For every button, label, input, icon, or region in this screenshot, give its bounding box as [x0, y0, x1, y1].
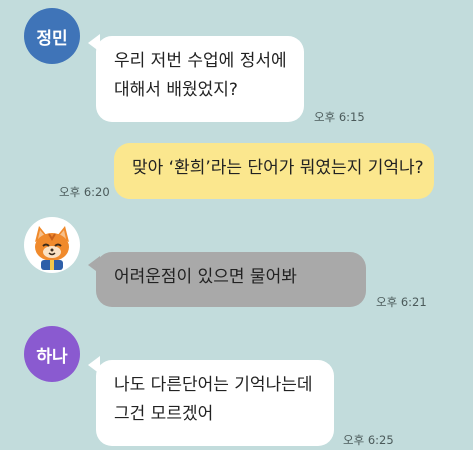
cat-mascot-icon [35, 226, 69, 270]
message-text: 그건 모르겠어 [114, 404, 214, 424]
avatar-hana[interactable]: 하나 [24, 326, 80, 382]
message-timestamp: 오후 6:15 [314, 110, 365, 124]
message-timestamp: 오후 6:21 [376, 295, 427, 309]
message-bubble[interactable]: 어려운점이 있으면 물어봐 [96, 252, 366, 307]
message-text: 맞아 ‘환희’라는 단어가 뭐였는지 기억나? [132, 158, 424, 178]
message-bubble[interactable]: 우리 저번 수업에 정서에 대해서 배웠었지? [96, 36, 304, 122]
avatar-jeongmin[interactable]: 정민 [24, 8, 80, 64]
message-timestamp: 오후 6:25 [343, 433, 394, 447]
avatar-mascot[interactable] [24, 217, 80, 273]
message-text: 어려운점이 있으면 물어봐 [114, 267, 297, 287]
message-bubble[interactable]: 맞아 ‘환희’라는 단어가 뭐였는지 기억나? [114, 143, 434, 199]
message-timestamp: 오후 6:20 [59, 185, 110, 199]
avatar-label: 정민 [36, 28, 68, 49]
message-text: 대해서 배웠었지? [114, 80, 238, 100]
avatar-label: 하나 [36, 346, 68, 367]
message-text: 나도 다른단어는 기억나는데 [114, 375, 313, 395]
message-bubble[interactable]: 나도 다른단어는 기억나는데 그건 모르겠어 [96, 360, 334, 446]
message-text: 우리 저번 수업에 정서에 [114, 51, 287, 71]
chat-window: 정민 우리 저번 수업에 정서에 대해서 배웠었지? 오후 6:15 맞아 ‘환… [0, 0, 473, 450]
